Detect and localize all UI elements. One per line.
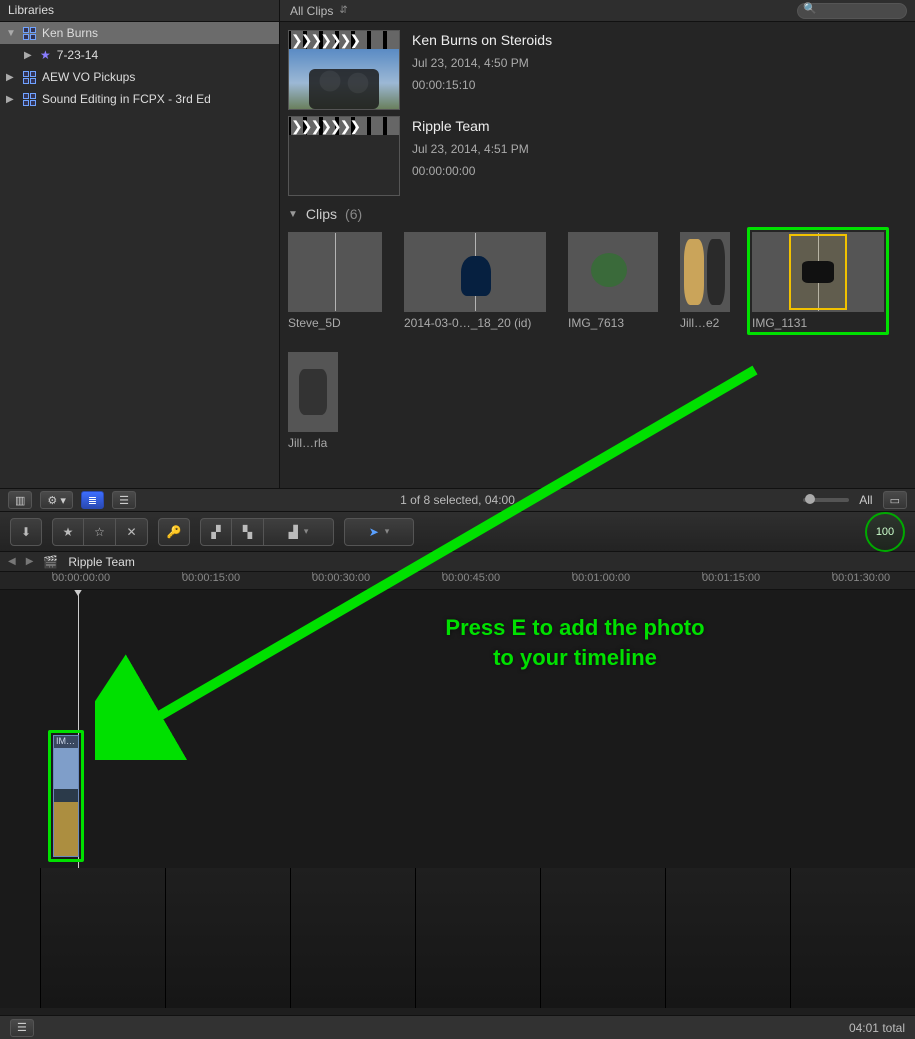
clip-filter-label: All Clips (290, 4, 333, 18)
disclosure-icon[interactable]: ▼ (6, 28, 16, 39)
clips-section-header[interactable]: ▼ Clips (6) (280, 200, 915, 228)
annotation-line: to your timeline (380, 643, 770, 673)
ruler-tick: 00:01:30:00 (832, 572, 890, 584)
unrate-button[interactable]: ☆ (84, 518, 116, 546)
ruler-tick: 00:00:00:00 (52, 572, 110, 584)
library-icon (22, 70, 36, 84)
timeline-forward-button[interactable]: ▶ (26, 556, 34, 567)
speed-value: 100 (876, 526, 894, 538)
project-item[interactable]: ❯❯❯❯❯❯❯ Ripple Team Jul 23, 2014, 4:51 P… (288, 116, 907, 196)
library-label: Sound Editing in FCPX - 3rd Ed (42, 92, 211, 106)
clips-header-label: Clips (306, 206, 337, 222)
disclosure-icon[interactable]: ▼ (288, 209, 298, 220)
sort-icon: ⇵ (339, 5, 347, 16)
clip-label: IMG_7613 (568, 316, 658, 330)
clip-appearance-button[interactable]: ▥ (8, 491, 32, 509)
selection-status-label: 1 of 8 selected, 04:00 (0, 493, 915, 507)
project-title: Ripple Team (412, 118, 529, 134)
library-sidebar: ▼ Ken Burns ▶ ★ 7-23-14 ▶ AEW VO Pickups… (0, 22, 280, 488)
clip-thumbnail[interactable] (288, 232, 382, 312)
timeline-lanes (40, 868, 915, 1008)
ruler-tick: 00:00:45:00 (442, 572, 500, 584)
project-timecode: 00:00:15:10 (412, 78, 552, 92)
library-label: AEW VO Pickups (42, 70, 135, 84)
event-7-23-14[interactable]: ▶ ★ 7-23-14 (0, 44, 279, 66)
project-date: Jul 23, 2014, 4:51 PM (412, 142, 529, 156)
clip-steve-5d[interactable]: Steve_5D (288, 232, 382, 330)
timeline-clip-thumb (54, 748, 78, 856)
import-button[interactable]: ⬇ (10, 518, 42, 546)
clip-skimming-button[interactable]: ▭ (883, 491, 907, 509)
search-input[interactable] (797, 3, 907, 19)
disclosure-icon[interactable]: ▶ (6, 72, 16, 83)
library-icon (22, 92, 36, 106)
project-item[interactable]: ❯❯❯❯❯❯❯ Ken Burns on Steroids Jul 23, 20… (288, 30, 907, 110)
clip-label: Steve_5D (288, 316, 382, 330)
clip-jill-e2[interactable]: Jill…e2 (680, 232, 730, 330)
library-label: Ken Burns (42, 26, 98, 40)
ruler-tick: 00:01:15:00 (702, 572, 760, 584)
disclosure-icon[interactable]: ▶ (24, 50, 34, 61)
library-sound-editing[interactable]: ▶ Sound Editing in FCPX - 3rd Ed (0, 88, 279, 110)
timeline-index-button[interactable]: ☰ (10, 1019, 34, 1037)
clip-thumbnail[interactable] (288, 352, 338, 432)
clip-jill-rla[interactable]: Jill…rla (288, 352, 338, 450)
disclosure-icon[interactable]: ▶ (6, 94, 16, 105)
clip-label: Jill…rla (288, 436, 338, 450)
favorite-button[interactable]: ★ (52, 518, 84, 546)
duration-mode-label[interactable]: All (859, 493, 872, 507)
project-timecode: 00:00:00:00 (412, 164, 529, 178)
ruler-tick: 00:01:00:00 (572, 572, 630, 584)
append-button[interactable]: ▟ (264, 518, 334, 546)
event-icon: ★ (40, 48, 51, 62)
clip-img-7613[interactable]: IMG_7613 (568, 232, 658, 330)
clip-thumbnail[interactable] (404, 232, 546, 312)
tools-dropdown[interactable]: ➤ (344, 518, 414, 546)
clip-img-1131[interactable]: ↖ IMG_1131 (747, 227, 889, 335)
clips-count: (6) (345, 206, 362, 222)
reject-button[interactable]: ✕ (116, 518, 148, 546)
filmstrip-view-button[interactable]: ≣ (81, 491, 104, 509)
project-thumbnail[interactable]: ❯❯❯❯❯❯❯ (288, 116, 400, 196)
project-thumbnail[interactable]: ❯❯❯❯❯❯❯ (288, 30, 400, 110)
clip-2014-03-0-18-20-id-[interactable]: 2014-03-0…_18_20 (id) (404, 232, 546, 330)
clip-thumbnail[interactable]: ↖ (752, 232, 884, 312)
total-duration-label: 04:01 total (849, 1021, 905, 1035)
speed-dial[interactable]: 100 (865, 512, 905, 552)
timeline-title: Ripple Team (68, 555, 134, 569)
library-aew-vo-pickups[interactable]: ▶ AEW VO Pickups (0, 66, 279, 88)
ruler-tick: 00:00:15:00 (182, 572, 240, 584)
connect-button[interactable]: ▞ (200, 518, 232, 546)
selection-rect (789, 234, 847, 310)
thumbnail-size-slider[interactable] (803, 498, 849, 502)
library-ken-burns[interactable]: ▼ Ken Burns (0, 22, 279, 44)
clip-label: IMG_1131 (752, 316, 884, 330)
clip-thumbnail[interactable] (568, 232, 658, 312)
project-date: Jul 23, 2014, 4:50 PM (412, 56, 552, 70)
list-view-button[interactable]: ☰ (112, 491, 136, 509)
project-title: Ken Burns on Steroids (412, 32, 552, 48)
timeline-clip-img-1131[interactable]: IM… (48, 730, 84, 862)
annotation-text: Press E to add the photo to your timelin… (380, 613, 770, 672)
ruler-tick: 00:00:30:00 (312, 572, 370, 584)
settings-button[interactable]: ⚙ ▾ (40, 491, 72, 509)
event-label: 7-23-14 (57, 48, 98, 62)
clip-label: Jill…e2 (680, 316, 730, 330)
keyword-button[interactable]: 🔑 (158, 518, 190, 546)
clip-filter-dropdown[interactable]: All Clips ⇵ (280, 0, 358, 21)
clip-thumbnail[interactable] (680, 232, 730, 312)
timeline-ruler[interactable]: 00:00:00:00 00:00:15:00 00:00:30:00 00:00:4… (0, 572, 915, 590)
clapboard-icon: 🎬 (43, 555, 58, 569)
clip-browser: ❯❯❯❯❯❯❯ Ken Burns on Steroids Jul 23, 20… (280, 22, 915, 488)
timeline-clip-label: IM… (54, 736, 78, 748)
timeline-back-button[interactable]: ◀ (8, 556, 16, 567)
annotation-line: Press E to add the photo (380, 613, 770, 643)
libraries-header: Libraries (0, 0, 280, 21)
library-icon (22, 26, 36, 40)
insert-button[interactable]: ▚ (232, 518, 264, 546)
clip-label: 2014-03-0…_18_20 (id) (404, 316, 546, 330)
